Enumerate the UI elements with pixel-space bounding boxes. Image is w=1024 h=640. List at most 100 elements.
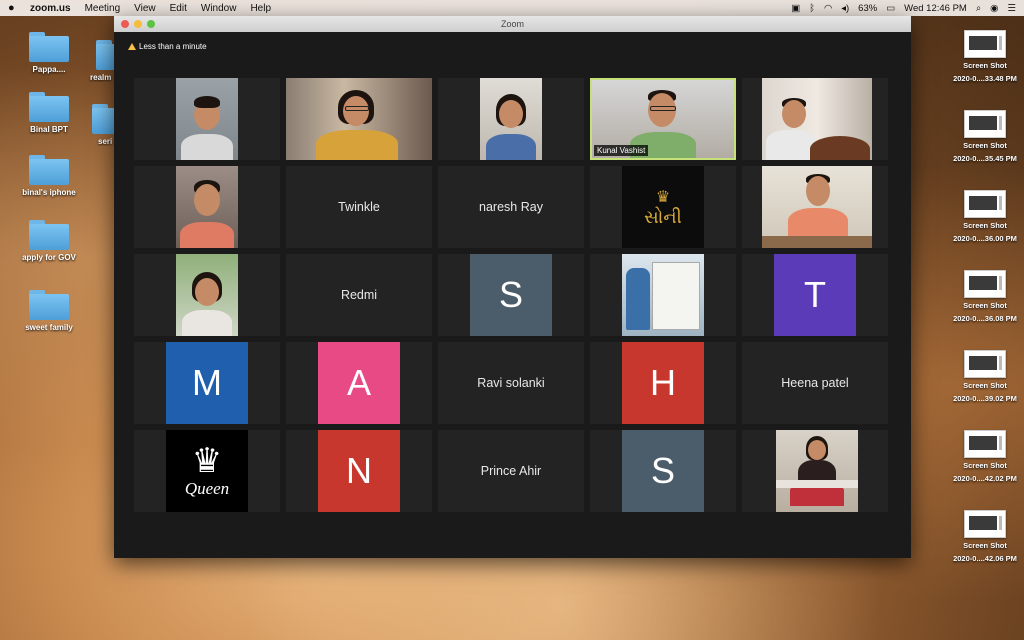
desktop-screenshot-file[interactable]: Screen Shot 2020-0....42.02 PM <box>950 430 1020 484</box>
folder-icon <box>29 92 69 122</box>
video-face <box>343 96 369 126</box>
participant-tile-video[interactable] <box>742 166 888 248</box>
video-body <box>182 310 232 336</box>
menu-view[interactable]: View <box>134 3 156 14</box>
avatar-initial: T <box>774 254 856 336</box>
logo-text: Queen <box>184 479 230 498</box>
participant-name-label: Kunal Vashist <box>594 145 649 156</box>
participant-tile-video-active-speaker[interactable]: Kunal Vashist <box>590 78 736 160</box>
participant-video <box>176 166 238 248</box>
desktop-screenshot-file[interactable]: Screen Shot 2020-0....39.02 PM <box>950 350 1020 404</box>
warning-icon <box>128 43 136 50</box>
participant-video <box>762 78 872 160</box>
video-face <box>499 100 523 128</box>
crown-icon: ♛ <box>655 188 671 206</box>
participant-tile-video[interactable] <box>742 430 888 512</box>
participant-tile-name[interactable]: Twinkle <box>286 166 432 248</box>
soni-logo-image: ♛ સોની <box>622 166 704 248</box>
window-title: Zoom <box>500 19 524 29</box>
desktop-folder[interactable]: sweet family <box>14 290 84 332</box>
participant-tile-logo[interactable]: ♛ Queen <box>134 430 280 512</box>
participant-tile-video[interactable] <box>438 78 584 160</box>
video-object <box>810 136 870 160</box>
video-hair <box>194 96 220 108</box>
desktop-screenshot-file[interactable]: Screen Shot 2020-0....33.48 PM <box>950 30 1020 84</box>
participant-tile-video[interactable] <box>286 78 432 160</box>
desktop-folder[interactable]: Pappa.... <box>14 32 84 74</box>
participant-name: naresh Ray <box>479 200 543 214</box>
meeting-notice: Less than a minute <box>128 42 207 51</box>
participant-video <box>480 78 542 160</box>
desktop-screenshot-file[interactable]: Screen Shot 2020-0....42.06 PM <box>950 510 1020 564</box>
menu-edit[interactable]: Edit <box>170 3 187 14</box>
notification-center-icon[interactable]: ☰ <box>1007 3 1016 14</box>
desktop-screenshot-file[interactable]: Screen Shot 2020-0....36.00 PM <box>950 190 1020 244</box>
desktop-folder[interactable]: binal's iphone <box>14 155 84 197</box>
participant-name: Ravi solanki <box>477 376 545 390</box>
avatar-initial: M <box>166 342 248 424</box>
battery-icon[interactable]: ▭ <box>886 3 895 14</box>
video-bed <box>776 480 858 488</box>
participant-tile-name[interactable]: Prince Ahir <box>438 430 584 512</box>
fullscreen-window-button[interactable] <box>147 20 155 28</box>
desktop-folder[interactable]: apply for GOV <box>14 220 84 262</box>
zoom-status-icon[interactable]: ▣ <box>791 3 800 14</box>
participant-tile-avatar[interactable]: N <box>286 430 432 512</box>
volume-icon[interactable]: ◂) <box>841 3 849 14</box>
video-paper <box>652 262 700 330</box>
participant-name: Twinkle <box>338 200 380 214</box>
menu-window[interactable]: Window <box>201 3 237 14</box>
participant-tile-video[interactable] <box>134 166 280 248</box>
window-titlebar[interactable]: Zoom <box>114 16 911 32</box>
battery-percent[interactable]: 63% <box>858 3 877 14</box>
apple-icon[interactable]: ● <box>8 2 22 14</box>
notice-text: Less than a minute <box>139 42 207 51</box>
video-face <box>195 278 219 306</box>
participant-tile-logo[interactable]: ♛ સોની <box>590 166 736 248</box>
participant-tile-name[interactable]: naresh Ray <box>438 166 584 248</box>
screenshot-thumbnail-icon <box>964 30 1006 58</box>
screenshot-thumbnail-icon <box>964 350 1006 378</box>
screenshot-thumbnail-icon <box>964 430 1006 458</box>
minimize-window-button[interactable] <box>134 20 142 28</box>
desktop-screenshot-file[interactable]: Screen Shot 2020-0....35.45 PM <box>950 110 1020 164</box>
spotlight-search-icon[interactable]: ⌕ <box>976 3 981 14</box>
queen-logo-image: ♛ Queen <box>166 430 248 512</box>
folder-icon <box>29 32 69 62</box>
screenshot-thumbnail-icon <box>964 270 1006 298</box>
desktop-screenshot-file[interactable]: Screen Shot 2020-0....36.08 PM <box>950 270 1020 324</box>
bluetooth-icon[interactable]: ᛒ <box>809 3 815 14</box>
video-glasses <box>650 106 676 111</box>
siri-icon[interactable]: ◉ <box>990 3 998 14</box>
video-face <box>806 176 830 206</box>
video-face <box>194 184 220 216</box>
participant-video <box>176 78 238 160</box>
participant-tile-name[interactable]: Ravi solanki <box>438 342 584 424</box>
participant-video <box>776 430 858 512</box>
close-window-button[interactable] <box>121 20 129 28</box>
participant-tile-name[interactable]: Heena patel <box>742 342 888 424</box>
video-glasses <box>345 106 369 111</box>
folder-icon <box>29 155 69 185</box>
participant-tile-video[interactable] <box>134 78 280 160</box>
participant-tile-video[interactable] <box>742 78 888 160</box>
participant-tile-avatar[interactable]: S <box>590 430 736 512</box>
menu-app-name[interactable]: zoom.us <box>30 3 71 14</box>
participant-tile-avatar[interactable]: H <box>590 342 736 424</box>
clock[interactable]: Wed 12:46 PM <box>904 3 967 14</box>
participant-tile-avatar[interactable]: T <box>742 254 888 336</box>
wifi-icon[interactable]: ◠ <box>824 3 832 14</box>
participant-tile-name[interactable]: Redmi <box>286 254 432 336</box>
menu-help[interactable]: Help <box>250 3 271 14</box>
participant-tile-video[interactable] <box>134 254 280 336</box>
menu-meeting[interactable]: Meeting <box>85 3 121 14</box>
participant-video <box>622 254 704 336</box>
participant-tile-avatar[interactable]: A <box>286 342 432 424</box>
desktop-folder[interactable]: Binal BPT <box>14 92 84 134</box>
participant-tile-video[interactable] <box>590 254 736 336</box>
participant-tile-avatar[interactable]: M <box>134 342 280 424</box>
participant-tile-avatar[interactable]: S <box>438 254 584 336</box>
participant-video <box>762 166 872 248</box>
crown-icon: ♛ <box>191 442 223 480</box>
avatar-initial: N <box>318 430 400 512</box>
